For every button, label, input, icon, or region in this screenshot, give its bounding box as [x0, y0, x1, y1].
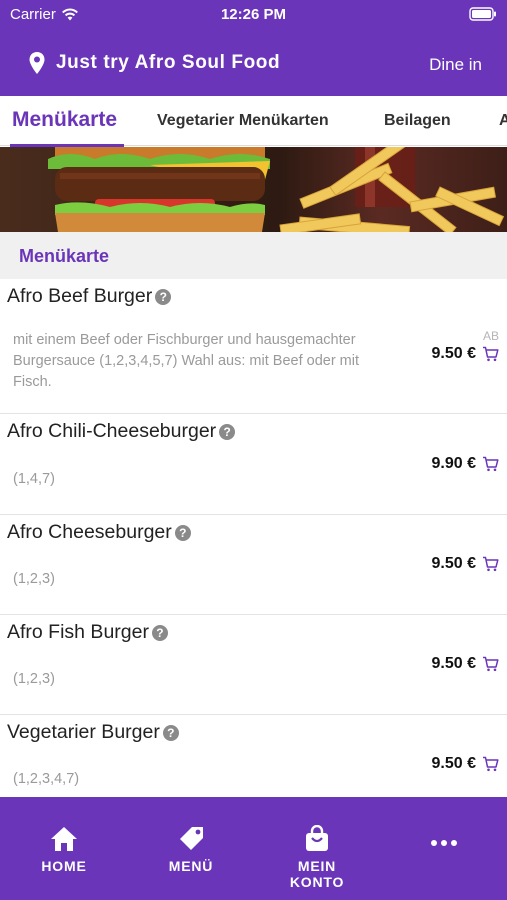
menu-item-price: 9.50 €: [431, 555, 476, 572]
cart-icon[interactable]: [482, 656, 499, 672]
location-pin-icon: [29, 52, 45, 74]
bottom-navigation: HOME MENÜ MEIN KONTO: [0, 797, 507, 900]
price-row: 9.50 €: [432, 345, 499, 363]
price-row: 9.50 €: [432, 655, 499, 673]
bag-icon: [306, 824, 328, 851]
price-row: 9.50 €: [432, 755, 499, 773]
menu-item-name-row: Afro Fish Burger ?: [7, 621, 168, 644]
menu-item-description: mit einem Beef oder Fischburger und haus…: [13, 332, 360, 390]
tab-menukarte[interactable]: Menükarte: [12, 96, 117, 145]
menu-item-price: 9.90 €: [431, 455, 476, 472]
cart-icon[interactable]: [482, 456, 499, 472]
menu-item-description: (1,4,7): [13, 471, 55, 487]
food-banner-image: [0, 147, 507, 232]
info-icon[interactable]: ?: [174, 524, 191, 541]
menu-item-description: (1,2,3,4,7): [13, 771, 80, 787]
nav-menu-label: MENÜ: [168, 858, 214, 874]
price-row: 9.50 €: [432, 555, 499, 573]
cart-icon[interactable]: [482, 756, 499, 772]
price-row: 9.90 €: [432, 455, 499, 473]
price-prefix: AB: [482, 329, 499, 343]
tab-more[interactable]: A: [499, 96, 507, 145]
menu-item[interactable]: Afro Chili-Cheeseburger ? (1,4,7) 9.90 €: [0, 414, 507, 515]
menu-item[interactable]: Afro Beef Burger ? mit einem Beef oder F…: [0, 279, 507, 414]
menu-item-name: Afro Chili-Cheeseburger: [7, 420, 217, 442]
status-time: 12:26 PM: [220, 6, 287, 23]
info-icon[interactable]: ?: [162, 724, 179, 741]
info-icon[interactable]: ?: [155, 288, 172, 305]
menu-item-name-row: Afro Chili-Cheeseburger ?: [7, 420, 236, 443]
menu-item-name-row: Afro Cheeseburger ?: [7, 521, 191, 544]
menu-item[interactable]: Afro Fish Burger ? (1,2,3) 9.50 €: [0, 615, 507, 715]
menu-item-name: Afro Cheeseburger: [7, 521, 172, 543]
app-header: Carrier 12:26 PM Just try Afro Soul Food…: [0, 0, 507, 96]
menu-item-description: (1,2,3): [13, 571, 55, 587]
menu-item-name-row: Afro Beef Burger ?: [7, 285, 172, 308]
dine-mode-button[interactable]: Dine in: [429, 55, 482, 75]
menu-item-description: (1,2,3): [13, 671, 55, 687]
menu-item-name: Afro Beef Burger: [7, 285, 153, 307]
restaurant-name[interactable]: Just try Afro Soul Food: [56, 52, 280, 74]
menu-item-name: Afro Fish Burger: [7, 621, 149, 643]
status-bar: Carrier 12:26 PM: [0, 0, 507, 30]
menu-item-price: 9.50 €: [431, 655, 476, 672]
menu-item-name-row: Vegetarier Burger ?: [7, 721, 179, 744]
home-icon: [51, 827, 77, 851]
cart-icon[interactable]: [482, 346, 499, 362]
info-icon[interactable]: ?: [219, 423, 236, 440]
cart-icon[interactable]: [482, 556, 499, 572]
info-icon[interactable]: ?: [151, 624, 168, 641]
nav-account-label: MEIN KONTO: [289, 858, 345, 890]
menu-item-price: 9.50 €: [431, 755, 476, 772]
battery-icon: [469, 7, 497, 25]
nav-menu[interactable]: MENÜ: [166, 825, 216, 874]
nav-account[interactable]: MEIN KONTO: [270, 824, 364, 890]
tag-icon: [180, 827, 203, 850]
section-header: Menükarte: [0, 232, 507, 279]
tab-vegetarier-menukarten[interactable]: Vegetarier Menükarten: [157, 96, 329, 145]
menu-item[interactable]: Vegetarier Burger ? (1,2,3,4,7) 9.50 €: [0, 715, 507, 797]
tab-beilagen[interactable]: Beilagen: [384, 96, 451, 145]
more-icon[interactable]: [426, 835, 462, 851]
top-bar: Just try Afro Soul Food Dine in: [0, 40, 507, 86]
menu-item-name: Vegetarier Burger: [7, 721, 160, 743]
nav-home[interactable]: HOME: [40, 825, 88, 874]
menu-item[interactable]: Afro Cheeseburger ? (1,2,3) 9.50 €: [0, 515, 507, 615]
category-tabs: Menükarte Vegetarier Menükarten Beilagen…: [0, 96, 507, 146]
menu-item-price: 9.50 €: [431, 345, 476, 362]
nav-home-label: HOME: [41, 858, 87, 874]
